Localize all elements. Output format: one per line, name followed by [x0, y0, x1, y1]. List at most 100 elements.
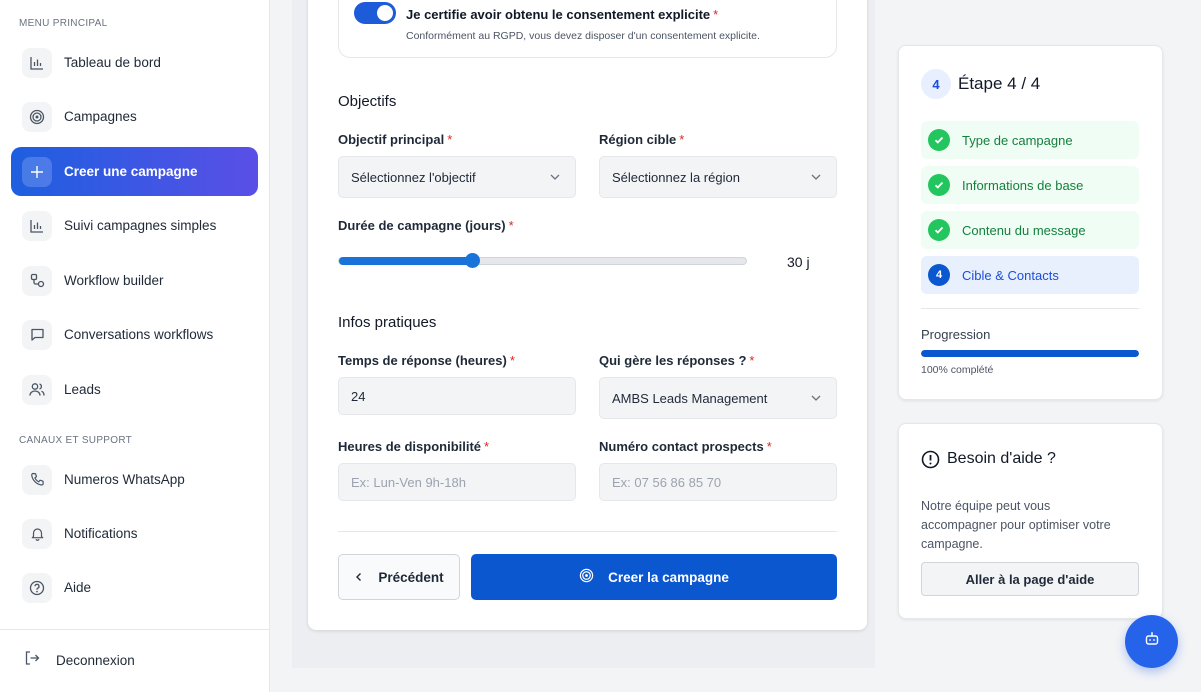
required-mark: *	[509, 353, 515, 368]
availability-label: Heures de disponibilité *	[338, 439, 490, 454]
progress-bar	[921, 350, 1139, 357]
sidebar-item-whatsapp-numbers[interactable]: Numeros WhatsApp	[11, 455, 258, 504]
required-mark: *	[484, 439, 490, 454]
alert-circle-icon	[921, 450, 940, 474]
required-mark: *	[749, 353, 755, 368]
chevron-left-icon	[354, 570, 364, 585]
sidebar-item-campaigns[interactable]: Campagnes	[11, 92, 258, 141]
form-divider	[338, 531, 837, 532]
step-label: Type de campagne	[962, 132, 1073, 148]
help-title: Besoin d'aide ?	[947, 450, 1056, 467]
bar-chart-icon	[22, 210, 52, 241]
sidebar-item-simple-tracking[interactable]: Suivi campagnes simples	[11, 201, 258, 250]
bar-chart-icon	[22, 47, 52, 78]
duration-slider[interactable]	[338, 253, 747, 268]
required-mark: *	[447, 132, 453, 147]
check-icon	[928, 219, 950, 241]
check-icon	[928, 129, 950, 151]
step-label: Informations de base	[962, 177, 1084, 193]
help-page-button[interactable]: Aller à la page d'aide	[921, 562, 1139, 596]
sidebar-item-create-campaign[interactable]: Creer une campagne	[11, 147, 258, 196]
sidebar-item-label: Notifications	[64, 526, 138, 541]
required-mark: *	[713, 7, 719, 22]
handler-label: Qui gère les réponses ? *	[599, 353, 755, 368]
sidebar-item-workflow-builder[interactable]: Workflow builder	[11, 256, 258, 305]
previous-button[interactable]: Précédent	[338, 554, 460, 600]
sidebar-item-label: Workflow builder	[64, 273, 164, 288]
step-item-basic-info[interactable]: Informations de base	[921, 166, 1139, 204]
practical-section-title: Infos pratiques	[338, 314, 437, 331]
sidebar-item-notifications[interactable]: Notifications	[11, 509, 258, 558]
consent-subtitle: Conformément au RGPD, vous devez dispose…	[406, 30, 760, 42]
availability-input[interactable]: Ex: Lun-Ven 9h-18h	[338, 463, 576, 501]
required-mark: *	[679, 132, 685, 147]
sidebar-item-label: Conversations workflows	[64, 327, 214, 342]
consent-title: Je certifie avoir obtenu le consentement…	[406, 7, 719, 22]
step-label: Contenu du message	[962, 222, 1086, 238]
sidebar-item-help[interactable]: Aide	[11, 563, 258, 612]
duration-slider-fill	[339, 257, 472, 265]
logout-button[interactable]: Deconnexion	[24, 650, 135, 671]
region-label: Région cible *	[599, 132, 685, 147]
progress-text: 100% complété	[921, 364, 994, 376]
sidebar-item-label: Suivi campagnes simples	[64, 218, 217, 233]
create-campaign-button[interactable]: Creer la campagne	[471, 554, 837, 600]
logout-label: Deconnexion	[56, 653, 135, 668]
response-time-input[interactable]: 24	[338, 377, 576, 415]
step-number: 4	[928, 264, 950, 286]
target-icon	[579, 568, 594, 586]
required-mark: *	[508, 218, 514, 233]
main-objective-select[interactable]: Sélectionnez l'objectif	[338, 156, 576, 198]
help-circle-icon	[22, 572, 52, 603]
sidebar-divider	[0, 629, 270, 630]
sidebar-item-label: Numeros WhatsApp	[64, 472, 185, 487]
workflow-icon	[22, 265, 52, 296]
check-icon	[928, 174, 950, 196]
progress-bar-fill	[921, 350, 1139, 357]
step-title: Étape 4 / 4	[958, 74, 1041, 93]
sidebar-item-label: Campagnes	[64, 109, 137, 124]
sidebar-item-dashboard[interactable]: Tableau de bord	[11, 38, 258, 87]
progress-label: Progression	[921, 327, 991, 342]
sidebar-section-main: MENU PRINCIPAL	[19, 18, 108, 29]
main-objective-label: Objectif principal *	[338, 132, 453, 147]
sidebar-item-label: Aide	[64, 580, 92, 595]
chevron-down-icon	[810, 171, 822, 186]
sidebar-item-label: Tableau de bord	[64, 55, 161, 70]
help-text: Notre équipe peut vous accompagner pour …	[921, 499, 1111, 551]
objectives-section-title: Objectifs	[338, 93, 397, 110]
logout-icon	[24, 650, 40, 671]
chevron-down-icon	[549, 171, 561, 186]
step-label: Cible & Contacts	[962, 267, 1059, 283]
response-time-label: Temps de réponse (heures) *	[338, 353, 515, 368]
target-icon	[22, 101, 52, 132]
step-item-message-content[interactable]: Contenu du message	[921, 211, 1139, 249]
contact-number-label: Numéro contact prospects *	[599, 439, 772, 454]
sidebar: MENU PRINCIPAL Tableau de bord Campagnes…	[0, 0, 270, 692]
message-icon	[22, 319, 52, 350]
duration-label: Durée de campagne (jours) *	[338, 218, 514, 233]
sidebar-item-conversations[interactable]: Conversations workflows	[11, 310, 258, 359]
bell-icon	[22, 518, 52, 549]
users-icon	[22, 374, 52, 405]
duration-slider-handle[interactable]	[465, 253, 480, 268]
steps-divider	[921, 308, 1139, 309]
bot-icon	[1144, 631, 1160, 652]
handler-select[interactable]: AMBS Leads Management	[599, 377, 837, 419]
sidebar-section-channels: CANAUX ET SUPPORT	[19, 435, 133, 446]
contact-number-input[interactable]: Ex: 07 56 86 85 70	[599, 463, 837, 501]
step-item-campaign-type[interactable]: Type de campagne	[921, 121, 1139, 159]
region-select[interactable]: Sélectionnez la région	[599, 156, 837, 198]
step-badge: 4	[921, 69, 951, 99]
chatbot-button[interactable]	[1125, 615, 1178, 668]
phone-icon	[22, 464, 52, 495]
required-mark: *	[766, 439, 772, 454]
step-item-target-contacts[interactable]: 4 Cible & Contacts	[921, 256, 1139, 294]
duration-value: 30 j	[787, 254, 810, 270]
sidebar-item-label: Leads	[64, 382, 101, 397]
sidebar-item-leads[interactable]: Leads	[11, 365, 258, 414]
consent-toggle[interactable]	[354, 2, 396, 24]
chevron-down-icon	[810, 392, 822, 407]
sidebar-item-label: Creer une campagne	[64, 164, 198, 179]
plus-icon	[22, 156, 52, 187]
